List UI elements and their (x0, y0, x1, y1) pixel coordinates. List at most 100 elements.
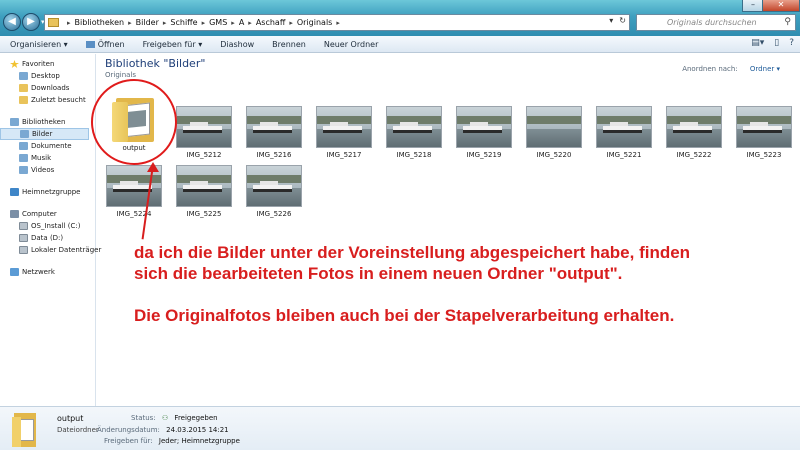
details-pane: output Dateiordner Status: ⚇ Freigegeben… (0, 406, 800, 450)
arrange-dropdown[interactable]: Ordner ▾ (750, 65, 780, 73)
sidebar-item-network[interactable]: Netzwerk (0, 266, 95, 278)
view-options-icon[interactable]: ▤▾ (751, 38, 764, 48)
breadcrumb-item[interactable]: Schiffe (170, 18, 197, 27)
photo-thumbnail (176, 165, 232, 207)
breadcrumb-chevron-icon[interactable]: ▸ (248, 19, 252, 27)
photo-item[interactable]: IMG_5217 (316, 106, 372, 159)
details-shared-with: Freigeben für: Jeder; Heimnetzgruppe (104, 437, 240, 445)
photo-thumbnail (246, 165, 302, 207)
breadcrumb-chevron-icon[interactable]: ▸ (231, 19, 235, 27)
drive-icon (19, 246, 28, 254)
sidebar-item-drive-d[interactable]: Data (D:) (0, 232, 95, 244)
breadcrumb-chevron-icon[interactable]: ▸ (128, 19, 132, 27)
photo-thumbnail (596, 106, 652, 148)
photo-item[interactable]: IMG_5219 (456, 106, 512, 159)
refresh-icon[interactable]: ↻ (619, 16, 626, 25)
sidebar-item-homegroup[interactable]: Heimnetzgruppe (0, 186, 95, 198)
photo-item[interactable]: IMG_5226 (246, 165, 302, 218)
breadcrumb-chevron-icon[interactable]: ▸ (163, 19, 167, 27)
photo-thumbnail (176, 106, 232, 148)
organize-button[interactable]: Organisieren ▾ (10, 40, 68, 49)
sidebar-item-label: Lokaler Datenträger (31, 246, 102, 254)
sidebar-item-label: Data (D:) (31, 234, 64, 242)
new-folder-button[interactable]: Neuer Ordner (324, 40, 379, 49)
details-status: Status: ⚇ Freigegeben (131, 414, 218, 422)
details-type: Dateiordner (57, 426, 99, 434)
photo-item[interactable]: IMG_5212 (176, 106, 232, 159)
sidebar-item-label: OS_Install (C:) (31, 222, 81, 230)
command-bar: Organisieren ▾ Öffnen Freigeben für ▾ Di… (0, 36, 800, 53)
forward-button[interactable]: ▶ (22, 13, 40, 31)
page-title: Bibliothek "Bilder" (105, 57, 206, 70)
share-button[interactable]: Freigeben für ▾ (143, 40, 203, 49)
close-button[interactable]: ✕ (762, 0, 800, 12)
sidebar-item-local-disk[interactable]: Lokaler Datenträger (0, 244, 101, 256)
breadcrumb-chevron-icon[interactable]: ▸ (336, 19, 340, 27)
photo-item[interactable]: IMG_5223 (736, 106, 792, 159)
breadcrumb-item[interactable]: Bilder (136, 18, 159, 27)
search-input[interactable]: Originals durchsuchen ⚲ (636, 14, 796, 31)
breadcrumb-chevron-icon[interactable]: ▸ (67, 19, 71, 27)
sidebar-item-desktop[interactable]: Desktop (0, 70, 95, 82)
burn-button[interactable]: Brennen (272, 40, 306, 49)
photo-item[interactable]: IMG_5218 (386, 106, 442, 159)
breadcrumb-chevron-icon[interactable]: ▸ (289, 19, 293, 27)
back-button[interactable]: ◀ (3, 13, 21, 31)
sidebar-item-libraries[interactable]: Bibliotheken (0, 116, 95, 128)
photo-thumbnail (246, 106, 302, 148)
drive-icon (19, 222, 28, 230)
sidebar-item-favorites[interactable]: Favoriten (0, 58, 95, 70)
sidebar-item-pictures[interactable]: Bilder (0, 128, 89, 140)
photo-item[interactable]: IMG_5220 (526, 106, 582, 159)
breadcrumb-item[interactable]: A (239, 18, 244, 27)
breadcrumb-chevron-icon[interactable]: ▸ (202, 19, 206, 27)
breadcrumb-item[interactable]: Bibliotheken (75, 18, 125, 27)
item-label: IMG_5212 (186, 151, 222, 159)
sidebar-item-videos[interactable]: Videos (0, 164, 95, 176)
nav-buttons: ◀ ▶ ▾ (3, 13, 49, 31)
search-placeholder: Originals durchsuchen (667, 18, 757, 27)
arrange-by: Anordnen nach: Ordner ▾ (682, 65, 780, 73)
item-label: IMG_5223 (746, 151, 782, 159)
photo-item[interactable]: IMG_5221 (596, 106, 652, 159)
sidebar-item-label: Favoriten (22, 60, 55, 68)
documents-icon (19, 142, 28, 150)
preview-pane-icon[interactable]: ▯ (774, 38, 779, 48)
help-icon[interactable]: ? (789, 38, 794, 48)
photo-item[interactable]: IMG_5222 (666, 106, 722, 159)
sidebar-item-music[interactable]: Musik (0, 152, 95, 164)
photo-thumbnail (456, 106, 512, 148)
breadcrumb-item[interactable]: Originals (297, 18, 332, 27)
sidebar-item-documents[interactable]: Dokumente (0, 140, 95, 152)
sidebar-item-label: Desktop (31, 72, 60, 80)
open-icon (85, 40, 95, 48)
folder-icon (48, 18, 59, 27)
photo-item[interactable]: IMG_5216 (246, 106, 302, 159)
photo-item[interactable]: IMG_5225 (176, 165, 232, 218)
sidebar-item-computer[interactable]: Computer (0, 208, 95, 220)
highlight-circle (91, 79, 177, 165)
homegroup-icon (10, 188, 19, 196)
address-dropdown-icon[interactable]: ▾ (609, 16, 613, 25)
view-controls: ▤▾ ▯ ? (751, 38, 794, 48)
arrange-label: Anordnen nach: (682, 65, 738, 73)
annotation-arrowhead (147, 162, 159, 172)
breadcrumb-item[interactable]: Aschaff (256, 18, 286, 27)
address-bar[interactable]: ▸ Bibliotheken ▸ Bilder ▸ Schiffe ▸ GMS … (44, 14, 630, 31)
minimize-button[interactable]: – (742, 0, 764, 12)
item-label: IMG_5225 (186, 210, 222, 218)
slideshow-button[interactable]: Diashow (220, 40, 254, 49)
star-icon (10, 60, 19, 68)
photo-thumbnail (316, 106, 372, 148)
breadcrumb-item[interactable]: GMS (209, 18, 227, 27)
photo-item[interactable]: IMG_5224 (106, 165, 162, 218)
sidebar-item-downloads[interactable]: Downloads (0, 82, 95, 94)
item-label: IMG_5219 (466, 151, 502, 159)
sidebar-item-recent[interactable]: Zuletzt besucht (0, 94, 95, 106)
details-value: 24.03.2015 14:21 (166, 426, 229, 434)
details-value: Jeder; Heimnetzgruppe (158, 437, 240, 445)
open-button[interactable]: Öffnen (85, 40, 125, 49)
sidebar-item-drive-c[interactable]: OS_Install (C:) (0, 220, 95, 232)
item-label: IMG_5218 (396, 151, 432, 159)
computer-icon (10, 210, 19, 218)
